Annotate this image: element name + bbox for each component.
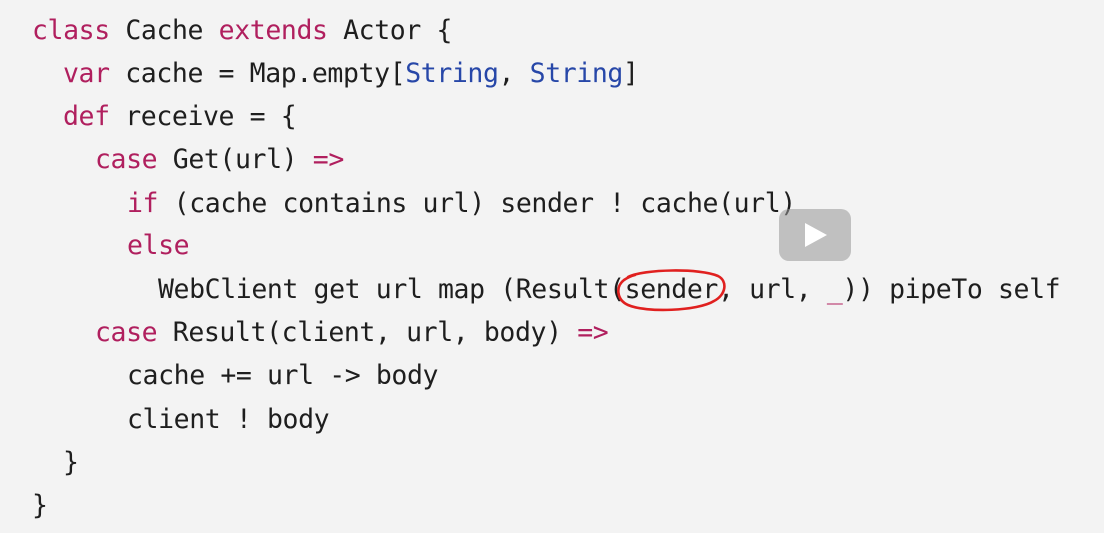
code-text: , url, (717, 274, 827, 305)
code-text: Actor { (327, 15, 452, 46)
closing-brace: } (32, 490, 48, 521)
code-line-3: def receive = { (63, 101, 297, 133)
code-line-9: cache += url -> body (127, 360, 438, 392)
code-line-2: var cache = Map.empty[String, String] (63, 58, 639, 90)
code-line-6: else (127, 230, 190, 262)
code-line-5: if (cache contains url) sender ! cache(u… (127, 188, 796, 220)
closing-brace: } (63, 447, 79, 478)
keyword: def (63, 101, 110, 132)
code-text: , (498, 58, 530, 89)
code-block: class Cache extends Actor { var cache = … (0, 0, 1104, 533)
play-icon (805, 223, 827, 247)
keyword: => (312, 144, 345, 175)
keyword: case (95, 144, 158, 175)
code-text: (cache contains url) sender ! cache(url) (158, 188, 797, 219)
slide: class Cache extends Actor { var cache = … (0, 0, 1104, 533)
code-line-4: case Get(url) => (95, 144, 344, 176)
type-name: String (405, 58, 499, 89)
code-line-8: case Result(client, url, body) => (95, 317, 609, 349)
keyword: else (127, 230, 190, 261)
code-text: Result(client, url, body) (157, 317, 578, 348)
keyword: if (127, 188, 159, 219)
code-text: Get(url) (157, 144, 313, 175)
code-text: client ! body (127, 404, 330, 435)
red-circle-annotation (617, 269, 726, 312)
underscore-placeholder: _ (826, 274, 843, 305)
code-line-12: } (32, 490, 48, 522)
code-text: cache += url -> body (127, 360, 439, 391)
keyword: class (32, 15, 110, 46)
keyword: extends (218, 15, 328, 46)
code-text: cache = Map.empty[ (109, 58, 406, 89)
code-text: ] (622, 58, 639, 89)
type-name: String (529, 58, 624, 89)
code-line-11: } (63, 447, 79, 479)
code-line-10: client ! body (127, 404, 330, 436)
code-line-7: WebClient get url map (Result(sender, ur… (158, 274, 1061, 306)
code-text: Cache (109, 15, 219, 46)
code-text: WebClient get url map (Result( (158, 274, 625, 305)
play-button[interactable] (779, 209, 851, 261)
keyword: var (63, 58, 110, 89)
code-text: receive = { (109, 101, 297, 132)
code-line-1: class Cache extends Actor { (32, 15, 452, 47)
code-text: )) pipeTo self (842, 274, 1061, 305)
keyword: => (577, 317, 609, 348)
keyword: case (95, 317, 158, 348)
